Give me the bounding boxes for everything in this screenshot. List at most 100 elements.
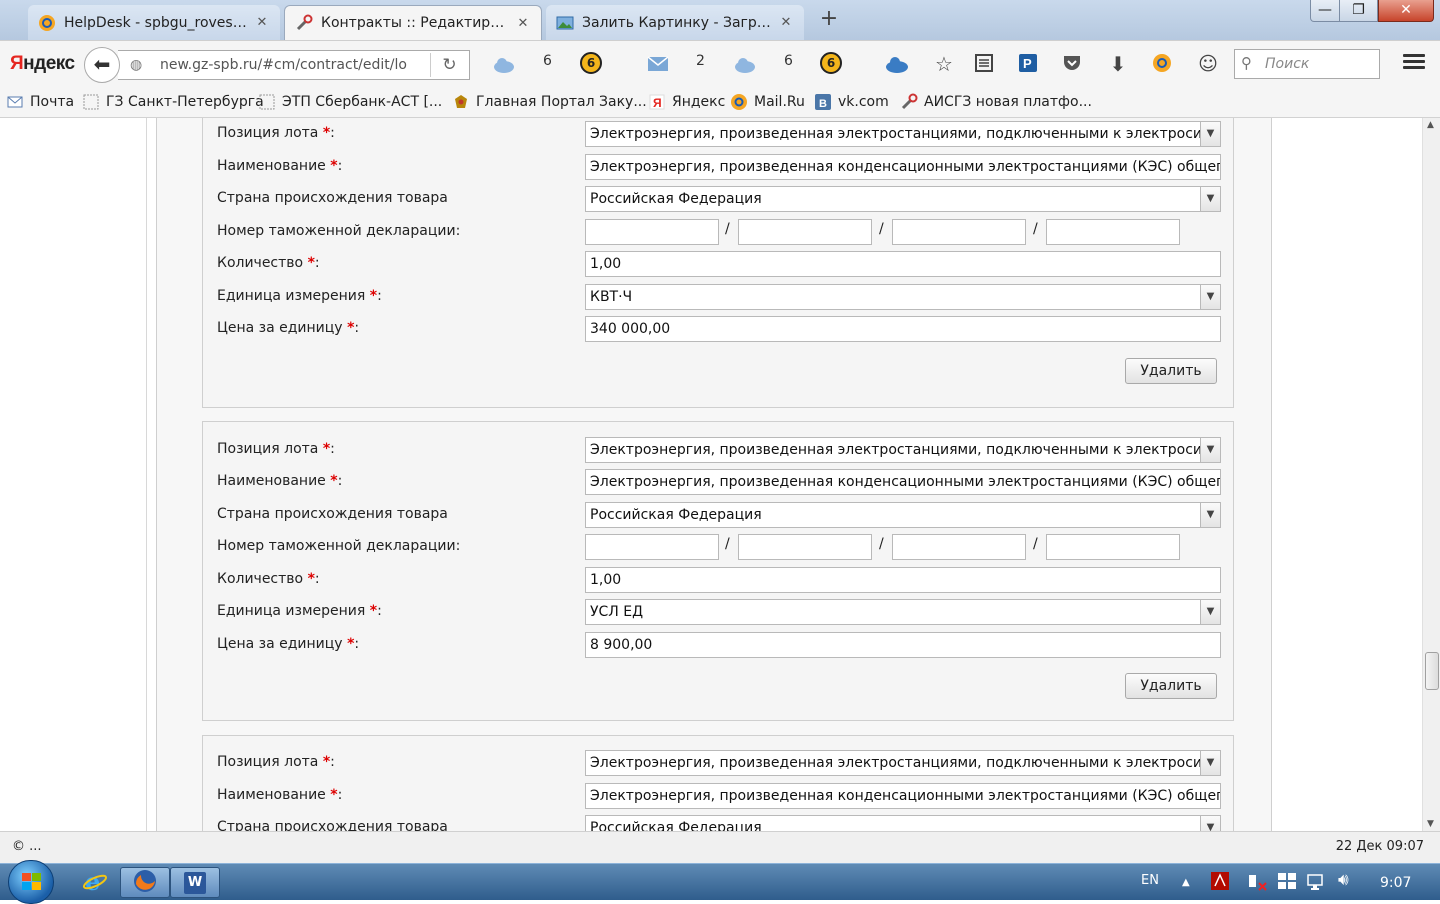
bookmark-zakupki[interactable]: Главная Портал Заку... (452, 93, 647, 111)
acrobat-icon[interactable] (1210, 871, 1230, 895)
bookmark-sberbank-ast[interactable]: ЭТП Сбербанк-АСТ [... (258, 93, 442, 111)
price-input[interactable]: 340 000,00 (585, 316, 1221, 342)
name-input[interactable]: Электроэнергия, произведенная конденсаци… (585, 154, 1221, 180)
customs-decl-input-2[interactable] (738, 219, 872, 245)
search-box[interactable]: ⚲ Поиск (1234, 49, 1380, 79)
cloud-icon[interactable] (733, 52, 757, 76)
close-icon[interactable]: ✕ (515, 16, 531, 31)
lot-position-select[interactable]: Электроэнергия, произведенная электроста… (585, 121, 1221, 147)
back-button[interactable]: ⬅ (84, 47, 120, 83)
start-button[interactable] (8, 860, 54, 904)
vertical-scrollbar[interactable]: ▲ ▼ (1422, 118, 1440, 831)
tab-contracts[interactable]: Контракты :: Редактирова... ✕ (284, 5, 542, 40)
name-input[interactable]: Электроэнергия, произведенная конденсаци… (585, 469, 1221, 495)
lot-position-select[interactable]: Электроэнергия, произведенная электроста… (585, 437, 1221, 463)
show-hidden-icons-icon[interactable]: ▲ (1182, 877, 1190, 888)
country-select[interactable]: Российская Федерация ▼ (585, 815, 1221, 831)
customs-decl-input-1[interactable] (585, 219, 719, 245)
language-indicator[interactable]: EN (1141, 873, 1159, 888)
window-close-button[interactable]: ✕ (1378, 0, 1434, 22)
name-input[interactable]: Электроэнергия, произведенная конденсаци… (585, 783, 1221, 809)
hamburger-menu-icon[interactable] (1402, 51, 1426, 75)
price-input[interactable]: 8 900,00 (585, 632, 1221, 658)
page-icon (258, 93, 276, 111)
chevron-down-icon[interactable]: ▼ (1200, 816, 1220, 831)
coin-icon[interactable]: 6 (580, 52, 602, 74)
svg-text:Я: Я (653, 96, 662, 110)
customs-decl-input-3[interactable] (892, 534, 1026, 560)
country-select[interactable]: Российская Федерация ▼ (585, 186, 1221, 212)
mail-icon[interactable] (646, 52, 670, 76)
new-tab-button[interactable]: + (816, 8, 842, 32)
pocket-icon[interactable] (1060, 52, 1084, 76)
tab-label: HelpDesk - spbgu_rovesnik... (64, 14, 248, 31)
bookmark-mail-ru[interactable]: Mail.Ru (730, 93, 805, 111)
network-icon[interactable] (1306, 871, 1328, 897)
star-icon[interactable]: ☆ (932, 52, 956, 76)
delete-button[interactable]: Удалить (1125, 358, 1217, 384)
navigation-bar: Яндекс ◍ new.gz-spb.ru/#cm/contract/edit… (0, 40, 1440, 86)
unit-select[interactable]: КВТ·Ч ▼ (585, 284, 1221, 310)
unit-select[interactable]: УСЛ ЕД ▼ (585, 599, 1221, 625)
customs-decl-input-1[interactable] (585, 534, 719, 560)
bookmark-pochta[interactable]: Почта (6, 93, 74, 111)
customs-decl-input-4[interactable] (1046, 219, 1180, 245)
mail-ru-icon[interactable] (1150, 52, 1174, 76)
close-icon[interactable]: ✕ (778, 15, 794, 30)
chevron-down-icon[interactable]: ▼ (1200, 122, 1220, 146)
country-select[interactable]: Российская Федерация ▼ (585, 502, 1221, 528)
sync-cloud-icon[interactable] (884, 52, 910, 76)
tab-image-upload[interactable]: Залить Картинку - Загруз... ✕ (546, 5, 804, 40)
separator: / (1033, 221, 1038, 237)
delete-button[interactable]: Удалить (1125, 673, 1217, 699)
windows-taskbar: e W EN ▲ 🔊︎ 9:07 (0, 860, 1440, 904)
action-center-icon[interactable] (1246, 871, 1268, 897)
yandex-logo[interactable]: Яндекс (10, 53, 75, 75)
chevron-down-icon[interactable]: ▼ (1200, 187, 1220, 211)
windows-flag-icon[interactable] (1277, 871, 1297, 895)
smiley-icon[interactable]: ☺ (1196, 52, 1220, 76)
price-label: Цена за единицу *: (217, 320, 360, 336)
tab-helpdesk[interactable]: HelpDesk - spbgu_rovesnik... ✕ (28, 5, 280, 40)
unit-label: Единица измерения *: (217, 603, 382, 619)
reading-list-icon[interactable] (972, 52, 996, 76)
taskbar-ie[interactable]: e (70, 867, 120, 898)
customs-decl-input-2[interactable] (738, 534, 872, 560)
name-label: Наименование *: (217, 473, 343, 489)
p-icon[interactable]: P (1016, 52, 1040, 76)
coin-icon[interactable]: 6 (820, 52, 842, 74)
bookmark-aisgz[interactable]: АИСГЗ новая платфо... (900, 93, 1092, 111)
quantity-input[interactable]: 1,00 (585, 251, 1221, 277)
taskbar-clock[interactable]: 9:07 (1380, 875, 1411, 891)
download-icon[interactable]: ⬇ (1106, 52, 1130, 76)
scroll-down-arrow-icon[interactable]: ▼ (1427, 819, 1434, 829)
customs-decl-input-3[interactable] (892, 219, 1026, 245)
address-bar[interactable]: ◍ new.gz-spb.ru/#cm/contract/edit/lo ↻ (118, 50, 470, 80)
lot-position-select[interactable]: Электроэнергия, произведенная электроста… (585, 750, 1221, 776)
window-maximize-button[interactable]: ❐ (1340, 0, 1378, 22)
scroll-up-arrow-icon[interactable]: ▲ (1427, 120, 1434, 130)
chevron-down-icon[interactable]: ▼ (1200, 751, 1220, 775)
scroll-thumb[interactable] (1425, 652, 1439, 690)
close-icon[interactable]: ✕ (254, 15, 270, 30)
url-text: new.gz-spb.ru/#cm/contract/edit/lo (160, 57, 407, 73)
window-minimize-button[interactable]: — (1310, 0, 1340, 22)
chevron-down-icon[interactable]: ▼ (1200, 438, 1220, 462)
volume-icon[interactable]: 🔊︎ (1338, 870, 1349, 890)
taskbar-word[interactable]: W (170, 867, 220, 898)
bookmark-gz-spb[interactable]: ГЗ Санкт-Петербурга (82, 93, 264, 111)
mail-icon (6, 93, 24, 111)
bookmark-vk[interactable]: B vk.com (814, 93, 889, 111)
reload-icon[interactable]: ↻ (430, 53, 468, 77)
cloud-icon[interactable] (492, 52, 516, 76)
chevron-down-icon[interactable]: ▼ (1200, 285, 1220, 309)
status-bar: © ... 22 Дек 09:07 (0, 831, 1440, 863)
chevron-down-icon[interactable]: ▼ (1200, 600, 1220, 624)
quantity-input[interactable]: 1,00 (585, 567, 1221, 593)
chevron-down-icon[interactable]: ▼ (1200, 503, 1220, 527)
separator: / (725, 221, 730, 237)
country-label: Страна происхождения товара (217, 506, 448, 522)
customs-decl-input-4[interactable] (1046, 534, 1180, 560)
taskbar-firefox[interactable] (120, 867, 170, 898)
bookmark-yandex[interactable]: Я Яндекс (648, 93, 725, 111)
